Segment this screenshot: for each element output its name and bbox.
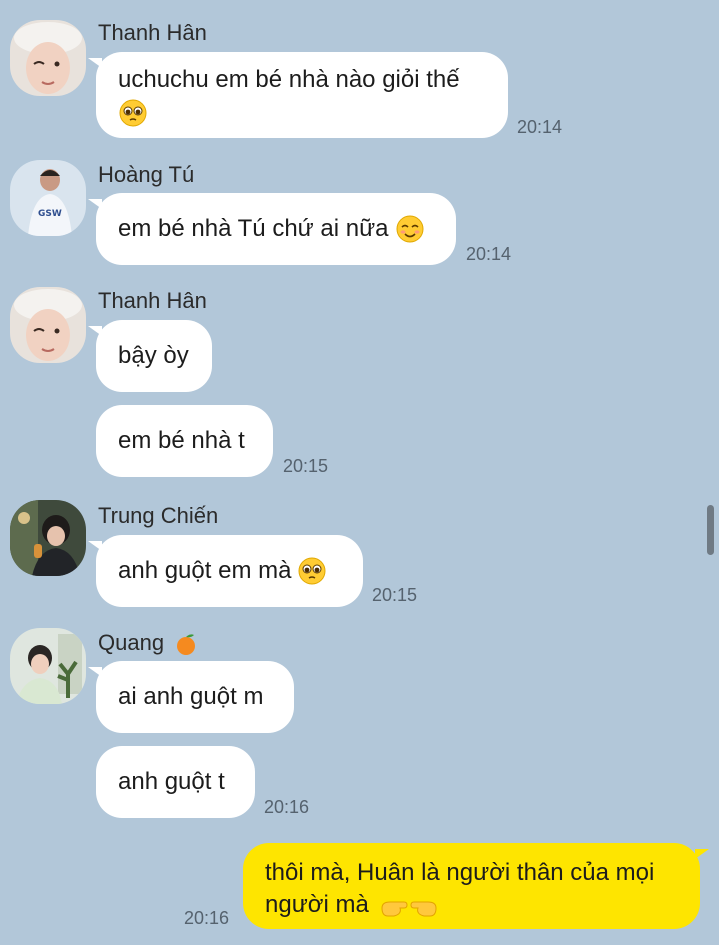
sender-name: Hoàng Tú xyxy=(98,162,195,187)
message-bubble[interactable]: anh guột t xyxy=(96,746,255,818)
message-bubble[interactable]: em bé nhà Tú chứ ai nữa xyxy=(88,193,456,265)
message-bubble[interactable]: em bé nhà t xyxy=(96,405,273,477)
message-text-line1: thôi mà, Huân là người thân của mọi xyxy=(265,859,655,886)
tangerine-icon xyxy=(174,632,198,656)
message-bubble[interactable]: bậy òy xyxy=(88,320,212,392)
sender-name-text: Quang xyxy=(98,630,165,655)
sender-name: Quang xyxy=(98,630,198,656)
avatar-thanh-han[interactable] xyxy=(10,20,86,96)
pleading-face-icon xyxy=(118,98,148,128)
message-text: em bé nhà Tú chứ ai nữa xyxy=(118,215,389,242)
message-text: em bé nhà t xyxy=(118,427,245,454)
message-time: 20:14 xyxy=(466,244,512,264)
message-text: bậy òy xyxy=(118,342,189,369)
sender-name: Thanh Hân xyxy=(98,20,207,45)
scrollbar-thumb[interactable] xyxy=(707,505,714,555)
message-bubble[interactable]: ai anh guột m xyxy=(88,661,294,733)
avatar-thanh-han[interactable] xyxy=(10,287,86,363)
sender-name: Thanh Hân xyxy=(98,288,207,313)
message-time: 20:16 xyxy=(264,797,310,817)
message-text-line2: người mà xyxy=(265,891,369,918)
avatar-hoang-tu[interactable]: GSW xyxy=(10,160,86,236)
pointing-hands-icon xyxy=(380,894,438,918)
smiling-face-icon xyxy=(395,214,425,244)
message-time: 20:15 xyxy=(372,585,418,605)
message-text: anh guột t xyxy=(118,768,225,795)
pleading-face-icon xyxy=(297,556,327,586)
message-time: 20:16 xyxy=(184,908,230,928)
avatar-quang[interactable] xyxy=(10,628,86,704)
my-message-bubble[interactable]: thôi mà, Huân là người thân của mọi ngườ… xyxy=(243,843,709,929)
message-time: 20:14 xyxy=(517,117,563,137)
message-bubble[interactable]: anh guột em mà xyxy=(88,535,363,607)
avatar-trung-chien[interactable] xyxy=(10,500,86,576)
svg-text:GSW: GSW xyxy=(38,209,62,219)
sender-name: Trung Chiến xyxy=(98,503,219,528)
message-bubble[interactable]: uchuchu em bé nhà nào giỏi thế xyxy=(88,52,508,138)
message-time: 20:15 xyxy=(283,456,329,476)
message-text: ai anh guột m xyxy=(118,683,264,710)
message-text: anh guột em mà xyxy=(118,557,292,584)
message-text: uchuchu em bé nhà nào giỏi thế xyxy=(118,66,460,93)
